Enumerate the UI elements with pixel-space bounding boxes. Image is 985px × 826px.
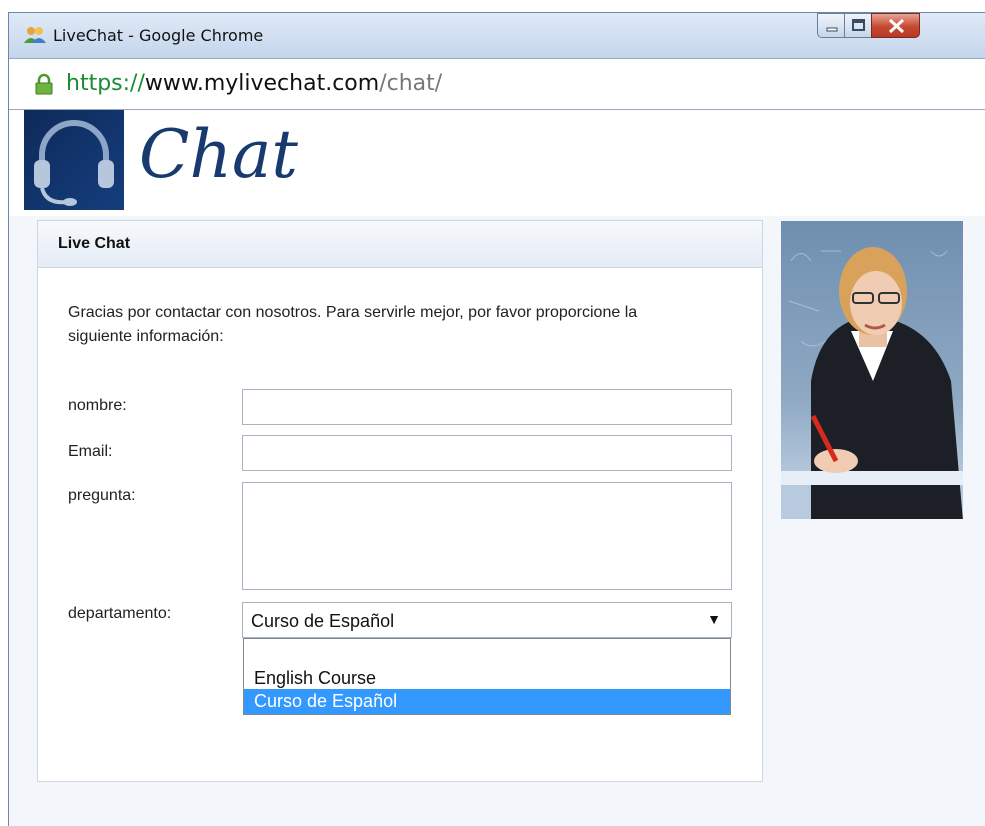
url-host: www.mylivechat.com: [144, 71, 380, 96]
headset-logo: [24, 110, 124, 210]
email-label: Email:: [68, 443, 113, 460]
headset-icon: [34, 120, 114, 206]
department-selected-value: Curso de Español: [251, 611, 395, 631]
name-input[interactable]: [242, 389, 732, 425]
intro-text: Gracias por contactar con nosotros. Para…: [68, 304, 638, 345]
department-label: departamento:: [68, 605, 172, 622]
minimize-button[interactable]: [817, 13, 845, 38]
maximize-icon: [852, 19, 865, 31]
window-title: LiveChat - Google Chrome: [53, 26, 264, 45]
url-path: /chat/: [379, 71, 443, 96]
url-scheme: https: [66, 71, 123, 96]
maximize-button[interactable]: [844, 13, 872, 38]
panel-header: Live Chat: [38, 221, 762, 268]
url-text[interactable]: https://www.mylivechat.com/chat/: [66, 71, 442, 96]
panel-title: Live Chat: [58, 235, 131, 252]
minimize-icon: [826, 27, 838, 32]
banner: Chat: [9, 110, 985, 216]
dropdown-option-espanol[interactable]: Curso de Español: [244, 689, 730, 714]
url-separator: ://: [122, 71, 145, 96]
dropdown-arrow-icon[interactable]: ▼: [707, 611, 721, 627]
name-label: nombre:: [68, 397, 127, 414]
email-input[interactable]: [242, 435, 732, 471]
page-content: Chat Live Chat Gracias por contactar con…: [9, 110, 985, 826]
dropdown-option-blank[interactable]: [244, 641, 730, 666]
agent-photo: [781, 221, 963, 519]
chat-panel: Live Chat Gracias por contactar con noso…: [37, 220, 763, 782]
department-select[interactable]: Curso de Español ▼: [242, 602, 732, 638]
question-label: pregunta:: [68, 487, 136, 504]
browser-window: LiveChat - Google Chrome https://www.myl…: [8, 12, 985, 826]
brand-title: Chat: [139, 116, 298, 193]
question-textarea[interactable]: [242, 482, 732, 590]
address-bar[interactable]: https://www.mylivechat.com/chat/: [9, 58, 985, 110]
lock-icon: [35, 73, 53, 95]
department-dropdown-list[interactable]: English Course Curso de Español: [243, 638, 731, 715]
close-button[interactable]: [871, 13, 920, 38]
title-bar: LiveChat - Google Chrome: [9, 13, 985, 58]
dropdown-option-english[interactable]: English Course: [244, 666, 730, 691]
close-icon: [888, 18, 905, 34]
livechat-app-icon: [24, 27, 46, 43]
